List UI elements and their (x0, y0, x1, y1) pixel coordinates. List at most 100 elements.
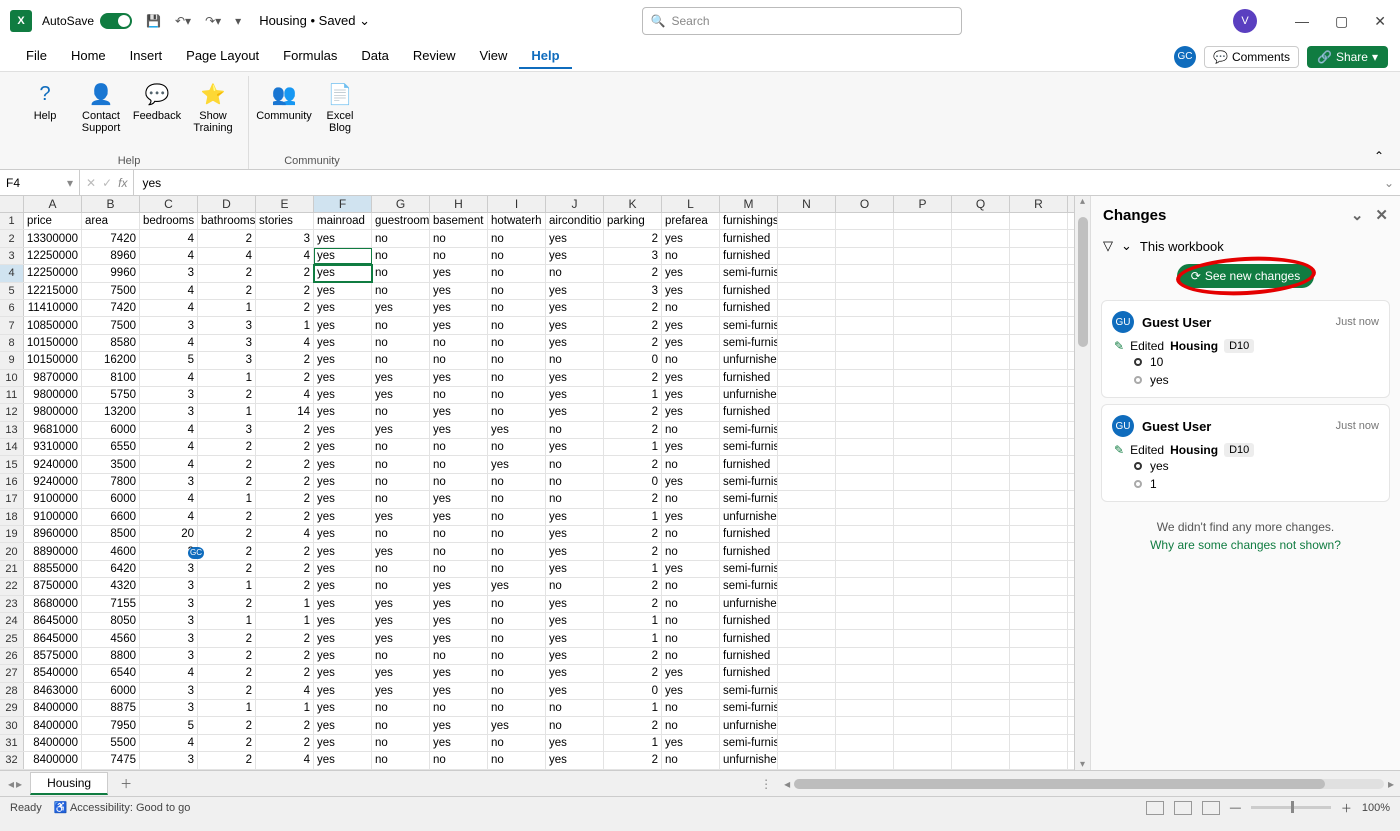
cell[interactable] (836, 700, 894, 716)
cell[interactable] (778, 387, 836, 403)
why-not-shown-link[interactable]: Why are some changes not shown? (1103, 538, 1388, 552)
cell[interactable]: 16200 (82, 352, 140, 368)
cell[interactable]: no (488, 665, 546, 681)
cell[interactable]: 4 (140, 248, 198, 264)
col-header-J[interactable]: J (546, 196, 604, 212)
cell[interactable]: 2 (256, 509, 314, 525)
cell[interactable]: yes (314, 735, 372, 751)
cell[interactable]: 3 (198, 317, 256, 333)
cell[interactable]: 4 (140, 422, 198, 438)
zoom-in-icon[interactable]: ＋ (1341, 800, 1352, 816)
cell[interactable] (836, 300, 894, 316)
cell[interactable]: 2 (256, 717, 314, 733)
cell[interactable]: 3 (140, 613, 198, 629)
cell[interactable]: yes (314, 265, 372, 281)
col-header-M[interactable]: M (720, 196, 778, 212)
cell[interactable]: yes (546, 630, 604, 646)
cell[interactable]: no (488, 700, 546, 716)
cell[interactable]: 3 (140, 648, 198, 664)
cell[interactable]: 3 (198, 352, 256, 368)
cell[interactable]: 2 (256, 352, 314, 368)
cell[interactable]: 6540 (82, 665, 140, 681)
cell[interactable] (894, 561, 952, 577)
cell[interactable] (1010, 752, 1068, 768)
cell[interactable]: no (488, 265, 546, 281)
cell[interactable] (1010, 387, 1068, 403)
row-header[interactable]: 1 (0, 213, 24, 229)
cell[interactable]: semi-furnished (720, 491, 778, 507)
cell[interactable] (952, 509, 1010, 525)
cell[interactable] (894, 317, 952, 333)
cell[interactable]: yes (546, 335, 604, 351)
cell[interactable]: yes (430, 509, 488, 525)
cell[interactable]: semi-furnished (720, 422, 778, 438)
cell[interactable]: no (488, 387, 546, 403)
row-header[interactable]: 10 (0, 370, 24, 386)
share-button[interactable]: 🔗 Share ▾ (1307, 46, 1388, 68)
prev-sheet-icon[interactable]: ◂ (8, 777, 14, 791)
cell[interactable] (952, 439, 1010, 455)
sheet-tab-housing[interactable]: Housing (30, 772, 108, 795)
col-header-C[interactable]: C (140, 196, 198, 212)
row-header[interactable]: 15 (0, 456, 24, 472)
cell[interactable] (836, 578, 894, 594)
undo-icon[interactable]: ↶▾ (175, 14, 191, 28)
cell[interactable] (952, 404, 1010, 420)
cell[interactable]: yes (546, 613, 604, 629)
cell[interactable]: 8463000 (24, 683, 82, 699)
cell[interactable]: semi-furnished (720, 317, 778, 333)
cell[interactable] (952, 752, 1010, 768)
cell[interactable]: 6550 (82, 439, 140, 455)
cell[interactable]: 1 (198, 613, 256, 629)
cell[interactable] (952, 474, 1010, 490)
cell[interactable]: 4600 (82, 543, 140, 559)
cell[interactable]: yes (372, 300, 430, 316)
cell[interactable]: no (430, 543, 488, 559)
cell[interactable]: furnished (720, 300, 778, 316)
cell[interactable]: no (488, 248, 546, 264)
cell[interactable]: yes (372, 422, 430, 438)
cell[interactable]: 2 (604, 717, 662, 733)
cell[interactable]: yes (546, 683, 604, 699)
cell[interactable]: no (662, 752, 720, 768)
cell[interactable] (894, 456, 952, 472)
cell[interactable]: unfurnished (720, 509, 778, 525)
ribbon-feedback[interactable]: 💬Feedback (132, 76, 182, 153)
col-header-L[interactable]: L (662, 196, 720, 212)
cell[interactable]: 11410000 (24, 300, 82, 316)
cell[interactable]: semi-furnished (720, 735, 778, 751)
cell[interactable] (894, 491, 952, 507)
cell[interactable]: no (488, 683, 546, 699)
cell[interactable]: no (546, 265, 604, 281)
cell[interactable]: no (372, 526, 430, 542)
cell[interactable]: 2 (604, 300, 662, 316)
cell[interactable]: 7950 (82, 717, 140, 733)
cell[interactable]: yes (372, 387, 430, 403)
cell[interactable] (1010, 422, 1068, 438)
cell[interactable]: 2 (256, 283, 314, 299)
col-header-A[interactable]: A (24, 196, 82, 212)
cell[interactable]: 1 (604, 509, 662, 525)
cell[interactable]: furnished (720, 248, 778, 264)
cell[interactable] (1010, 613, 1068, 629)
cell[interactable]: 3 (140, 752, 198, 768)
cell[interactable]: 2 (256, 422, 314, 438)
cell[interactable]: 4 (140, 300, 198, 316)
row-header[interactable]: 11 (0, 387, 24, 403)
cell[interactable]: 7500 (82, 283, 140, 299)
cell[interactable]: yes (314, 526, 372, 542)
cell[interactable]: 1 (256, 596, 314, 612)
cell[interactable]: no (662, 543, 720, 559)
cell[interactable] (952, 648, 1010, 664)
cell[interactable]: yes (662, 265, 720, 281)
cell[interactable] (952, 561, 1010, 577)
cell[interactable]: 5 (140, 717, 198, 733)
cell[interactable]: 1 (198, 370, 256, 386)
cell[interactable]: guestroom (372, 213, 430, 229)
cell[interactable]: 2 (198, 474, 256, 490)
cell[interactable] (952, 352, 1010, 368)
cell[interactable]: 1 (604, 630, 662, 646)
cell[interactable] (952, 526, 1010, 542)
cell[interactable] (778, 456, 836, 472)
cell[interactable]: no (488, 491, 546, 507)
